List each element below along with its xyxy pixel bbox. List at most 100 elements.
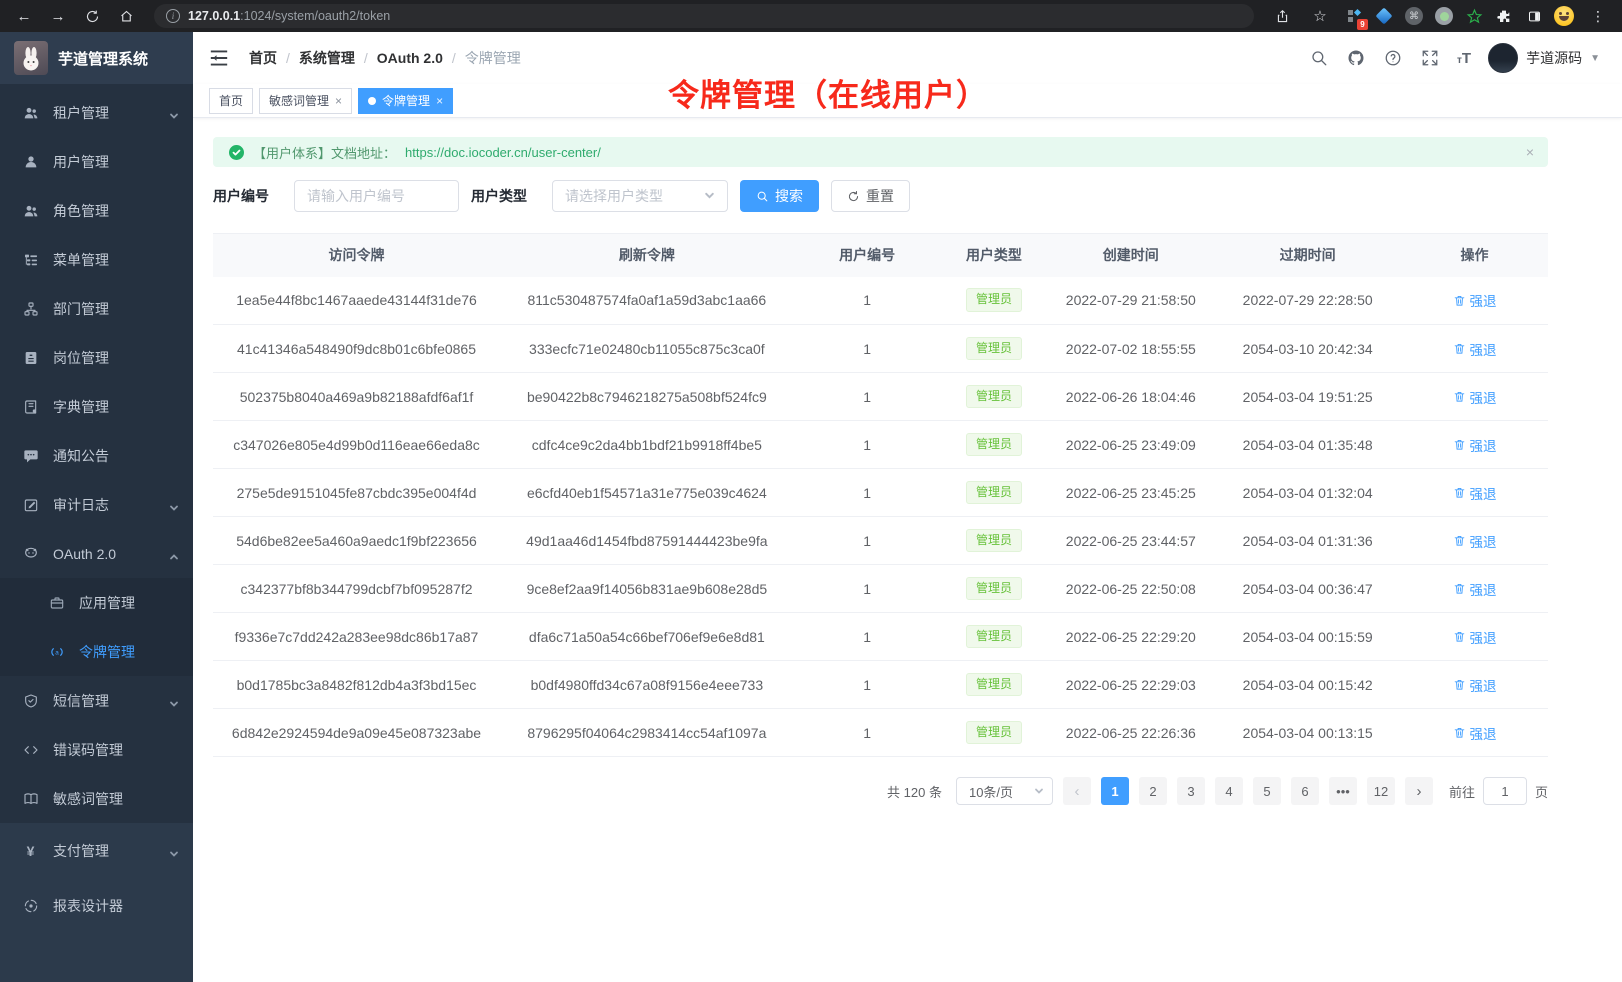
- table-row: 502375b8040a469a9b82188afdf6af1f be90422…: [213, 373, 1548, 421]
- address-bar[interactable]: i 127.0.0.1:1024/system/oauth2/token: [154, 4, 1254, 28]
- close-icon[interactable]: ×: [436, 94, 443, 108]
- page-button-2[interactable]: 2: [1139, 777, 1167, 805]
- record-extension-icon[interactable]: [1434, 6, 1454, 26]
- side-panel-icon[interactable]: [1524, 6, 1544, 26]
- star-extension-icon[interactable]: [1464, 6, 1484, 26]
- force-logout-button[interactable]: 强退: [1453, 483, 1497, 503]
- fullscreen-icon[interactable]: [1420, 48, 1440, 68]
- page-size-select[interactable]: 10条/页: [956, 777, 1053, 805]
- share-icon[interactable]: [1268, 4, 1296, 28]
- trash-icon: [1453, 678, 1466, 691]
- username: 芋道源码: [1526, 48, 1582, 68]
- force-logout-button[interactable]: 强退: [1453, 435, 1497, 455]
- profile-avatar-icon[interactable]: [1554, 6, 1574, 26]
- command-extension-icon[interactable]: ⌘: [1404, 6, 1424, 26]
- pagination: 共 120 条 10条/页 ‹ 1 2 3 4 5 6 ••• 12: [213, 777, 1548, 805]
- prev-page-button[interactable]: ‹: [1063, 777, 1091, 805]
- bookmark-star-icon[interactable]: ☆: [1306, 4, 1334, 28]
- page-button-3[interactable]: 3: [1177, 777, 1205, 805]
- page-button-6[interactable]: 6: [1291, 777, 1319, 805]
- close-icon[interactable]: ×: [335, 94, 342, 108]
- sidebar-item-role[interactable]: 角色管理: [0, 186, 193, 235]
- search-button[interactable]: 搜索: [740, 180, 819, 212]
- sidebar-item-sensitive-word[interactable]: 敏感词管理: [0, 774, 193, 823]
- force-logout-button[interactable]: 强退: [1453, 290, 1497, 310]
- force-logout-button[interactable]: 强退: [1453, 387, 1497, 407]
- breadcrumb-home[interactable]: 首页: [249, 48, 277, 68]
- force-logout-button[interactable]: 强退: [1453, 579, 1497, 599]
- sidebar-item-oauth2-token[interactable]: a 令牌管理: [0, 627, 193, 676]
- sidebar-item-pay[interactable]: ¥ 支付管理: [0, 823, 193, 878]
- tag-home[interactable]: 首页: [209, 88, 253, 114]
- cell-user-id: 1: [794, 565, 941, 613]
- sidebar-item-dept[interactable]: 部门管理: [0, 284, 193, 333]
- breadcrumb-system[interactable]: 系统管理: [299, 48, 355, 68]
- sidebar-item-oauth2-app[interactable]: 应用管理: [0, 578, 193, 627]
- user-type-badge: 管理员: [966, 481, 1022, 505]
- doc-link[interactable]: https://doc.iocoder.cn/user-center/: [405, 145, 601, 160]
- page: ← → i 127.0.0.1:1024/system/oauth2/token…: [0, 0, 1622, 982]
- page-button-4[interactable]: 4: [1215, 777, 1243, 805]
- user-type-select[interactable]: 请选择用户类型: [552, 180, 728, 212]
- sidebar-toggle-icon[interactable]: [209, 47, 231, 69]
- browser-menu-icon[interactable]: ⋮: [1584, 4, 1612, 28]
- sidebar-item-audit-log[interactable]: 审计日志: [0, 480, 193, 529]
- github-icon[interactable]: [1346, 48, 1366, 68]
- alert-close-icon[interactable]: ×: [1526, 144, 1534, 160]
- page-button-5[interactable]: 5: [1253, 777, 1281, 805]
- sidebar-item-notice[interactable]: 通知公告: [0, 431, 193, 480]
- sidebar-item-report-designer[interactable]: 报表设计器: [0, 878, 193, 933]
- force-logout-button[interactable]: 强退: [1453, 675, 1497, 695]
- cell-refresh-token: 8796295f04064c2983414cc54af1097a: [500, 709, 794, 757]
- code-icon: [22, 741, 39, 758]
- reset-button[interactable]: 重置: [831, 180, 910, 212]
- force-logout-button[interactable]: 强退: [1453, 531, 1497, 551]
- sidebar-item-user[interactable]: 用户管理: [0, 137, 193, 186]
- tag-token-active[interactable]: 令牌管理 ×: [358, 88, 453, 114]
- force-logout-button[interactable]: 强退: [1453, 723, 1497, 743]
- signal-token-icon: a: [48, 643, 65, 660]
- sidebar-item-sms[interactable]: 短信管理: [0, 676, 193, 725]
- user-type-badge: 管理员: [966, 385, 1022, 409]
- puzzle-extension-icon[interactable]: [1494, 6, 1514, 26]
- forward-icon[interactable]: →: [44, 4, 72, 28]
- help-icon[interactable]: [1383, 48, 1403, 68]
- sidebar-item-tenant[interactable]: 租户管理: [0, 88, 193, 137]
- next-page-button[interactable]: ›: [1405, 777, 1433, 805]
- sidebar-item-oauth2[interactable]: OAuth 2.0: [0, 529, 193, 578]
- reload-icon[interactable]: [78, 4, 106, 28]
- sidebar-item-post[interactable]: 岗位管理: [0, 333, 193, 382]
- cell-expire-time: 2054-03-04 01:35:48: [1214, 421, 1401, 469]
- browser-toolbar: ← → i 127.0.0.1:1024/system/oauth2/token…: [0, 0, 1622, 32]
- cell-refresh-token: be90422b8c7946218275a508bf524fc9: [500, 373, 794, 421]
- cell-create-time: 2022-07-02 18:55:55: [1047, 325, 1214, 373]
- trash-icon: [1453, 534, 1466, 547]
- sidebar-item-dict[interactable]: 字典管理: [0, 382, 193, 431]
- extension-blocks-icon[interactable]: 9: [1344, 6, 1364, 26]
- page-button-1[interactable]: 1: [1101, 777, 1129, 805]
- font-size-icon[interactable]: тT: [1457, 50, 1471, 67]
- breadcrumb-oauth2[interactable]: OAuth 2.0: [377, 50, 443, 66]
- col-user-id: 用户编号: [794, 234, 941, 277]
- back-icon[interactable]: ←: [10, 4, 38, 28]
- cell-create-time: 2022-06-25 22:50:08: [1047, 565, 1214, 613]
- cell-refresh-token: 333ecfc71e02480cb11055c875c3ca0f: [500, 325, 794, 373]
- tag-sensitive-word[interactable]: 敏感词管理 ×: [259, 88, 352, 114]
- goto-page-input[interactable]: [1483, 777, 1527, 805]
- sidebar-item-menu[interactable]: 菜单管理: [0, 235, 193, 284]
- sidebar-logo[interactable]: 芋道管理系统: [0, 32, 193, 84]
- search-icon[interactable]: [1309, 48, 1329, 68]
- chevron-down-icon: [704, 188, 715, 204]
- page-unit-label: 页: [1535, 782, 1548, 801]
- user-id-input[interactable]: [294, 180, 459, 212]
- sidebar-item-errcode[interactable]: 错误码管理: [0, 725, 193, 774]
- cell-access-token: c342377bf8b344799dcbf7bf095287f2: [213, 565, 500, 613]
- gem-extension-icon[interactable]: [1374, 6, 1394, 26]
- page-ellipsis-button[interactable]: •••: [1329, 777, 1357, 805]
- page-button-12[interactable]: 12: [1367, 777, 1395, 805]
- force-logout-button[interactable]: 强退: [1453, 339, 1497, 359]
- site-info-icon[interactable]: i: [166, 9, 180, 23]
- force-logout-button[interactable]: 强退: [1453, 627, 1497, 647]
- user-menu[interactable]: 芋道源码 ▼: [1488, 43, 1600, 73]
- home-icon[interactable]: [112, 4, 140, 28]
